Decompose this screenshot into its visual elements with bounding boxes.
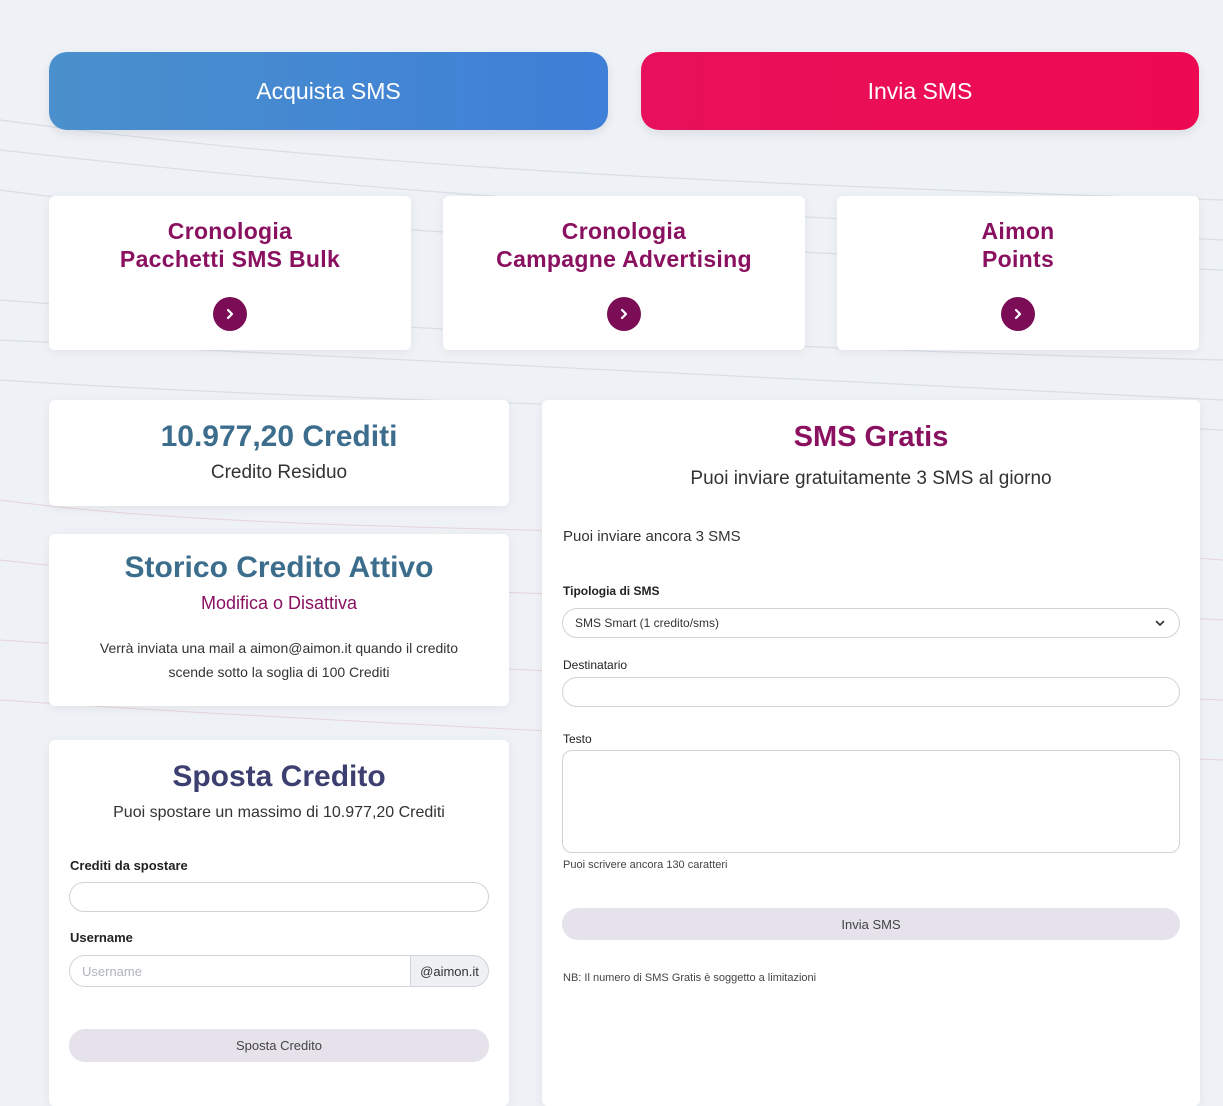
- credit-label: Credito Residuo: [210, 462, 348, 483]
- storico-credito-card: Storico Credito Attivo Modifica o Disatt…: [49, 534, 509, 706]
- nav-card-title-line1: Cronologia: [167, 218, 293, 244]
- chevron-right-circle-icon[interactable]: [607, 297, 641, 331]
- sms-remaining-text: Puoi inviare ancora 3 SMS: [563, 528, 741, 545]
- modifica-disattiva-link[interactable]: Modifica o Disattiva: [49, 593, 509, 614]
- credit-amount: 10.977,20 Crediti: [160, 420, 398, 453]
- sposta-subtitle: Puoi spostare un massimo di 10.977,20 Cr…: [113, 804, 445, 821]
- crediti-label: Crediti da spostare: [70, 858, 188, 873]
- sposta-title: Sposta Credito: [172, 760, 386, 793]
- storico-title: Storico Credito Attivo: [124, 551, 434, 584]
- nav-card-title-line2: Pacchetti SMS Bulk: [119, 246, 341, 272]
- tipologia-selected-value: SMS Smart (1 credito/sms): [575, 616, 720, 630]
- sposta-credito-button[interactable]: Sposta Credito: [69, 1029, 489, 1062]
- username-label: Username: [70, 930, 133, 945]
- crediti-input[interactable]: [69, 882, 489, 912]
- username-input[interactable]: [69, 955, 410, 987]
- chevron-right-circle-icon[interactable]: [1001, 297, 1035, 331]
- nav-card-title: Aimon Points: [837, 217, 1199, 273]
- nav-card-title-line2: Points: [981, 246, 1055, 272]
- nav-card-aimon-points[interactable]: Aimon Points: [837, 196, 1199, 350]
- testo-textarea[interactable]: [562, 750, 1180, 853]
- nav-card-title: Cronologia Pacchetti SMS Bulk: [49, 217, 411, 273]
- sms-gratis-subtitle: Puoi inviare gratuitamente 3 SMS al gior…: [690, 468, 1052, 489]
- chevron-down-icon: [1155, 620, 1165, 626]
- invia-sms-free-button[interactable]: Invia SMS: [562, 908, 1180, 940]
- chars-left-text: Puoi scrivere ancora 130 caratteri: [563, 859, 728, 871]
- destinatario-input[interactable]: [562, 677, 1180, 707]
- nav-card-title: Cronologia Campagne Advertising: [443, 217, 805, 273]
- acquista-sms-button[interactable]: Acquista SMS: [49, 52, 608, 130]
- storico-note: Verrà inviata una mail a aimon@aimon.it …: [99, 640, 459, 680]
- invia-sms-button[interactable]: Invia SMS: [641, 52, 1199, 130]
- nav-card-title-line2: Campagne Advertising: [496, 246, 752, 272]
- username-domain-suffix: @aimon.it: [410, 955, 489, 987]
- sposta-credito-card: Sposta Credito Puoi spostare un massimo …: [49, 740, 509, 1106]
- nav-card-pacchetti-sms-bulk[interactable]: Cronologia Pacchetti SMS Bulk: [49, 196, 411, 350]
- tipologia-select[interactable]: SMS Smart (1 credito/sms): [562, 608, 1180, 638]
- sms-gratis-note: NB: Il numero di SMS Gratis è soggetto a…: [563, 972, 817, 984]
- nav-card-title-line1: Cronologia: [561, 218, 687, 244]
- sms-gratis-title: SMS Gratis: [793, 421, 949, 453]
- destinatario-label: Destinatario: [563, 658, 628, 672]
- tipologia-label: Tipologia di SMS: [563, 584, 660, 598]
- username-group: @aimon.it: [69, 955, 489, 987]
- credit-balance-card: 10.977,20 Crediti Credito Residuo: [49, 400, 509, 506]
- nav-card-campagne-advertising[interactable]: Cronologia Campagne Advertising: [443, 196, 805, 350]
- sms-gratis-card: SMS Gratis Puoi inviare gratuitamente 3 …: [542, 400, 1200, 1106]
- testo-label: Testo: [563, 732, 592, 746]
- nav-card-title-line1: Aimon: [981, 218, 1055, 244]
- chevron-right-circle-icon[interactable]: [213, 297, 247, 331]
